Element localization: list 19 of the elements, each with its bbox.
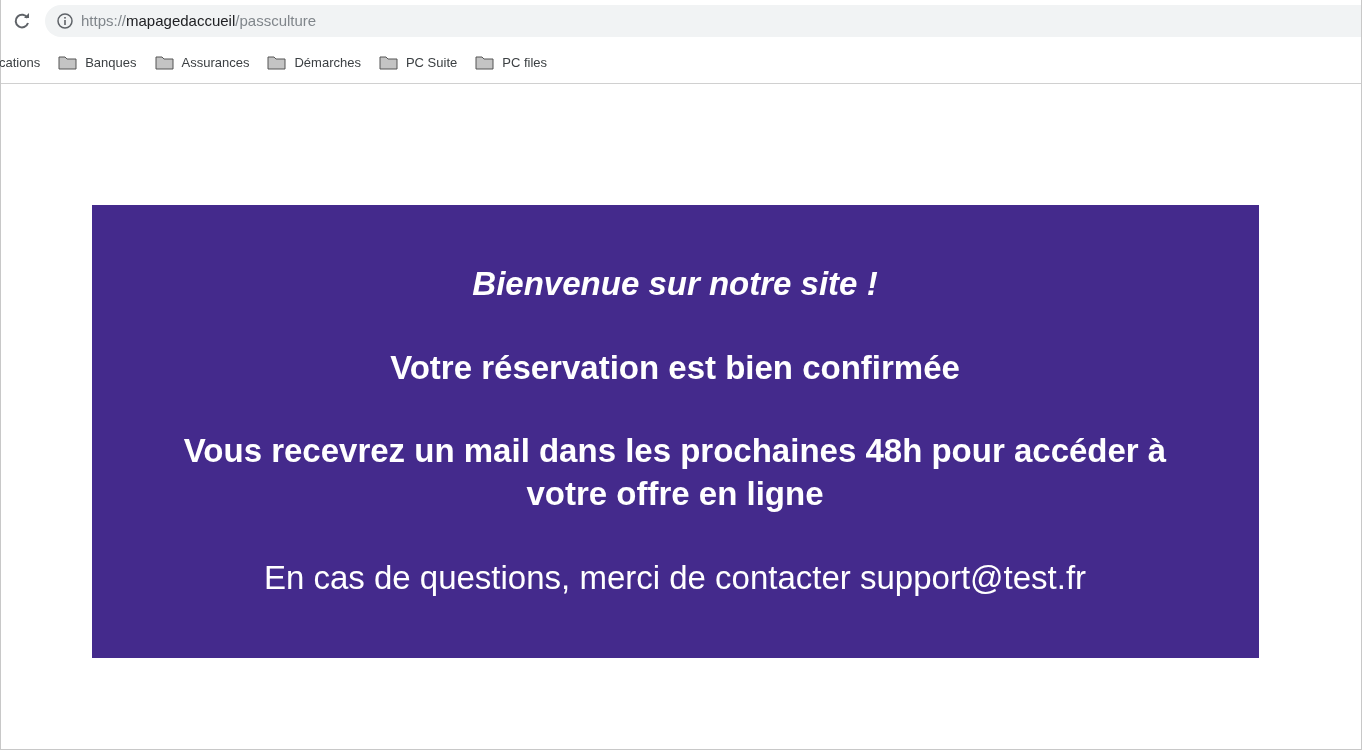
url-text: https://mapagedaccueil/passculture	[81, 12, 317, 29]
address-bar[interactable]: https://mapagedaccueil/passculture	[45, 4, 1361, 37]
folder-icon	[58, 54, 78, 70]
bookmark-folder[interactable]: Assurances	[154, 54, 250, 70]
notice-text: Vous recevrez un mail dans les prochaines 48h pour accéder à votre offre en ligne	[182, 431, 1168, 514]
bookmark-link[interactable]: cations	[0, 54, 41, 70]
bookmark-folder[interactable]: PC files	[475, 54, 548, 70]
contact-text: En cas de questions, merci de contacter support@test.fr	[263, 559, 1087, 597]
folder-icon	[475, 54, 495, 70]
bookmark-folder[interactable]: PC Suite	[378, 54, 458, 70]
confirmation-text: Votre réservation est bien confirmée	[390, 348, 960, 388]
info-icon	[57, 12, 73, 29]
welcome-heading: Bienvenue sur notre site !	[472, 265, 878, 303]
reload-icon[interactable]	[13, 11, 31, 30]
bookmark-folder[interactable]: Démarches	[267, 54, 361, 70]
folder-icon	[378, 54, 398, 70]
folder-icon	[154, 54, 174, 70]
folder-icon	[267, 54, 287, 70]
bookmark-folder[interactable]: Banques	[58, 54, 137, 70]
